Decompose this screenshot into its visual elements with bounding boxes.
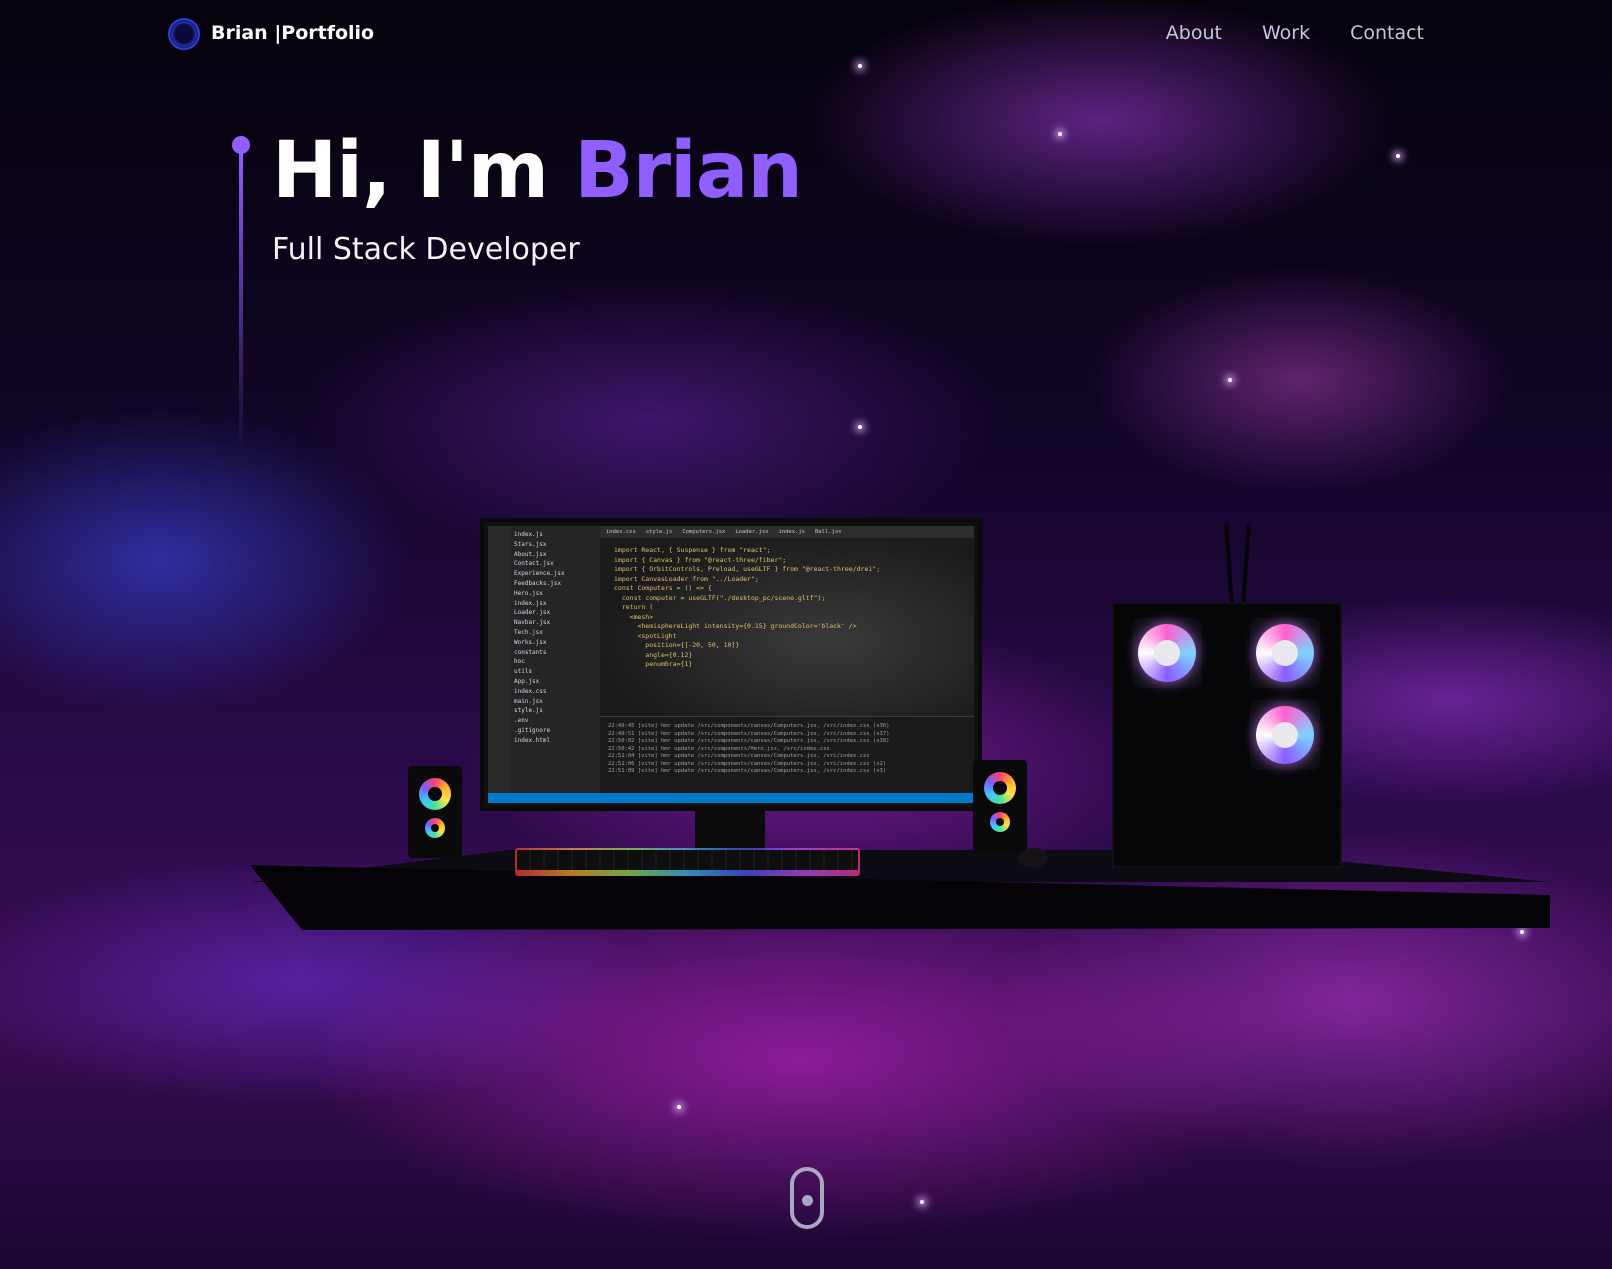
file-item: About.jsx (514, 550, 547, 558)
hero-name: Brian (574, 126, 803, 216)
desktop-pc-3d-canvas[interactable]: index.js Stars.jsx About.jsx Contact.jsx… (240, 510, 1560, 980)
speaker-ring-icon (425, 818, 445, 838)
file-item: index.css (514, 687, 547, 695)
file-item: App.jsx (514, 677, 540, 685)
file-item: Stars.jsx (514, 540, 547, 548)
editor-terminal: 22:49:45 [vite] hmr update /src/componen… (600, 716, 974, 793)
star-sparkle (1396, 154, 1400, 158)
code-line: import React, { Suspense } from "react"; (614, 546, 771, 554)
terminal-line: 22:51:06 [vite] hmr update /src/componen… (608, 760, 887, 767)
speaker-ring-icon (990, 812, 1010, 832)
terminal-line: 22:51:09 [vite] hmr update /src/componen… (608, 768, 887, 774)
file-item: .env (514, 717, 529, 725)
terminal-line: 22:50:02 [vite] hmr update /src/componen… (608, 738, 890, 744)
pc-tower (1112, 602, 1342, 868)
rgb-fan-icon (1250, 618, 1320, 688)
hero-greeting: Hi, I'm (272, 126, 575, 216)
nav-link-about[interactable]: About (1166, 22, 1222, 44)
star-sparkle (858, 425, 862, 429)
editor-tab: index.js (778, 529, 805, 535)
left-speaker (408, 766, 462, 858)
star-sparkle (1228, 378, 1232, 382)
editor-tab: index.css (606, 529, 636, 535)
code-line: <hemisphereLight intensity={0.15} ground… (614, 622, 857, 630)
editor-activity-bar (488, 526, 510, 793)
hero-subtitle: Full Stack Developer (272, 232, 580, 267)
code-line: position={[-20, 50, 10]} (614, 641, 740, 649)
nav-link-contact[interactable]: Contact (1350, 22, 1424, 44)
nav-link-work[interactable]: Work (1262, 22, 1310, 44)
right-speaker (973, 760, 1027, 852)
file-item: Feedbacks.jsx (514, 579, 561, 587)
code-line: import CanvasLoader from "../Loader"; (614, 574, 759, 583)
file-item: Tech.jsx (514, 628, 543, 636)
editor-tab: Computers.jsx (682, 529, 726, 535)
star-sparkle (920, 1200, 924, 1204)
code-lines: import React, { Suspense } from "react";… (600, 538, 974, 678)
code-line: const computer = useGLTF("./desktop_pc/s… (614, 593, 826, 602)
circle-logo-icon[interactable] (168, 18, 200, 50)
speaker-ring-icon (419, 778, 451, 810)
terminal-line: 22:49:51 [vite] hmr update /src/componen… (608, 730, 890, 737)
rgb-fan-icon (1132, 618, 1202, 688)
wifi-antenna (1241, 523, 1251, 605)
file-item: Loader.jsx (514, 609, 551, 617)
star-sparkle (1058, 132, 1062, 136)
file-item: Works.jsx (514, 638, 547, 646)
code-line: <spotLight (614, 631, 677, 640)
computer-mouse (1018, 848, 1048, 868)
file-item: style.js (514, 707, 543, 715)
code-line: return ( (614, 603, 654, 611)
terminal-line: 22:49:45 [vite] hmr update /src/componen… (608, 723, 890, 729)
mouse-scroll-icon[interactable] (790, 1167, 824, 1229)
monitor-screen: index.js Stars.jsx About.jsx Contact.jsx… (488, 526, 974, 803)
code-line: penumbra={1} (614, 660, 693, 668)
speaker-ring-icon (984, 772, 1016, 804)
editor-tab: Ball.jsx (814, 529, 842, 535)
code-editor: index.css style.js Computers.jsx Loader.… (600, 526, 974, 716)
file-item: index.js (514, 531, 543, 538)
file-item: .gitignore (514, 726, 551, 734)
file-item: index.jsx (514, 599, 547, 607)
file-item: Contact.jsx (514, 560, 554, 568)
terminal-line: 22:50:42 [vite] hmr update /src/componen… (608, 745, 830, 752)
editor-tab: style.js (645, 529, 673, 535)
file-item: utils (514, 668, 533, 676)
file-item: Navbar.jsx (514, 619, 551, 627)
terminal-line: 22:51:04 [vite] hmr update /src/componen… (608, 753, 870, 759)
nav-links: About Work Contact (1166, 22, 1424, 44)
editor-tab: Loader.jsx (735, 529, 769, 535)
monitor: index.js Stars.jsx About.jsx Contact.jsx… (480, 518, 982, 811)
file-item: main.jsx (514, 697, 543, 705)
code-line: const Computers = () => { (614, 584, 712, 592)
rgb-keyboard (515, 848, 860, 876)
editor-file-explorer: index.js Stars.jsx About.jsx Contact.jsx… (510, 526, 600, 793)
file-item: Experience.jsx (514, 570, 565, 578)
top-navbar: Brian |Portfolio About Work Contact (0, 0, 1612, 70)
file-item: constants (514, 648, 547, 656)
rgb-fan-icon (1250, 700, 1320, 770)
code-line: import { OrbitControls, Preload, useGLTF… (614, 565, 881, 573)
file-item: Hero.jsx (514, 589, 543, 597)
accent-line (239, 152, 243, 452)
scroll-dot (802, 1195, 813, 1206)
wifi-antenna (1224, 523, 1234, 605)
file-item: hoc (514, 658, 525, 666)
file-item: index.html (514, 736, 551, 744)
code-line: angle={0.12} (614, 650, 693, 659)
star-sparkle (677, 1105, 681, 1109)
brand-name[interactable]: Brian |Portfolio (211, 22, 374, 44)
hero-title: Hi, I'm Brian (272, 126, 803, 216)
editor-tabs: index.css style.js Computers.jsx Loader.… (600, 526, 974, 538)
editor-status-bar (488, 793, 974, 803)
code-line: <mesh> (614, 612, 654, 621)
code-line: import { Canvas } from "@react-three/fib… (614, 555, 787, 564)
